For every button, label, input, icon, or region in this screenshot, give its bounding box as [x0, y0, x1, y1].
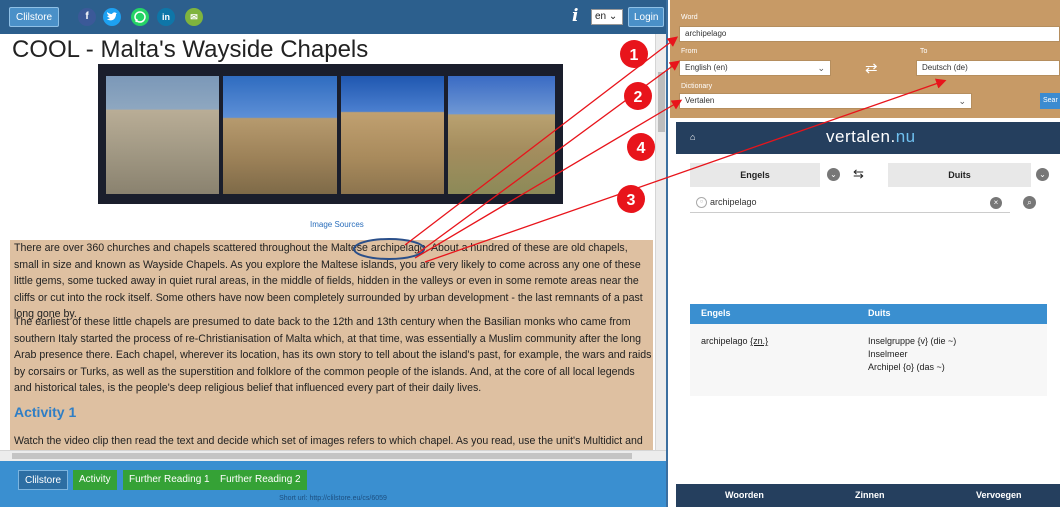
short-url: Short url: http://clilstore.eu/cs/6059 [279, 495, 387, 502]
multidict-pane: Word archipelago From English (en) ⌄ ⇄ T… [670, 0, 1060, 507]
chevron-down-icon[interactable]: ⌄ [827, 168, 840, 181]
tab-woorden[interactable]: Woorden [725, 490, 764, 500]
logo-main-text: vertalen. [826, 127, 896, 146]
language-value: en [595, 11, 607, 22]
bottom-toolbar: Clilstore Activity Further Reading 1 Fur… [0, 461, 666, 507]
column-header-german: Duits [868, 308, 891, 318]
from-language-select[interactable]: English (en) ⌄ [679, 60, 831, 76]
unit-content: COOL - Malta's Wayside Chapels Image Sou… [0, 34, 655, 450]
word-input[interactable]: archipelago [679, 26, 1060, 42]
chevron-down-icon: ⌄ [608, 11, 618, 22]
login-button[interactable]: Login [628, 7, 665, 27]
tab-zinnen[interactable]: Zinnen [855, 490, 885, 500]
vertalen-footer-tabs: Woorden Zinnen Vervoegen [676, 484, 1060, 507]
chapel-photo [448, 76, 555, 194]
logo-nu-text: nu [895, 127, 916, 146]
clilstore-home-button[interactable]: Clilstore [9, 7, 60, 27]
translation-item: Archipel {o} (das ~) [868, 362, 945, 372]
dictionary-value: Vertalen [685, 96, 715, 105]
language-select[interactable]: en ⌄ [591, 9, 623, 25]
scrollbar-thumb[interactable] [658, 72, 665, 132]
linkedin-icon[interactable]: in [157, 8, 175, 26]
chevron-down-icon: ⌄ [958, 96, 966, 106]
result-source-word: archipelago {zn.} [701, 336, 768, 346]
image-sources-link[interactable]: Image Sources [310, 220, 364, 229]
info-icon[interactable]: i [572, 6, 578, 26]
vertalen-header: ⌂ vertalen.nu [676, 122, 1060, 154]
search-button[interactable]: Sear [1040, 93, 1060, 109]
dictionary-label: Dictionary [681, 83, 713, 90]
activity-button[interactable]: Activity [73, 470, 117, 490]
chevron-down-icon: ⌄ [817, 63, 825, 73]
chapel-photo [341, 76, 444, 194]
chapel-image-strip [98, 64, 563, 204]
paragraph[interactable]: Watch the video clip then read the text … [14, 433, 653, 450]
search-icon[interactable]: ⌕ [1023, 196, 1036, 209]
twitter-bird-glyph [107, 12, 117, 21]
from-language-value: English (en) [685, 63, 728, 72]
translation-item: Inselmeer [868, 349, 908, 359]
swap-languages-icon[interactable]: ⇄ [865, 59, 878, 77]
target-language-box[interactable]: Duits [888, 163, 1031, 187]
dictionary-select[interactable]: Vertalen ⌄ [679, 93, 972, 109]
swap-icon[interactable]: ⇆ [853, 166, 864, 182]
language-pair-row: Engels ⌄ ⇆ Duits ⌄ [690, 163, 1060, 189]
top-toolbar: Clilstore f in ✉ i en ⌄ Login [0, 0, 666, 34]
chevron-down-icon[interactable]: ⌄ [1036, 168, 1049, 181]
column-header-english: Engels [701, 308, 731, 318]
twitter-icon[interactable] [103, 8, 121, 26]
further-reading-1-button[interactable]: Further Reading 1 [123, 470, 216, 490]
vertalen-logo: vertalen.nu [826, 127, 916, 147]
tab-vervoegen[interactable]: Vervoegen [976, 490, 1022, 500]
search-icon: ○ [696, 197, 707, 208]
results-header: Engels Duits [690, 304, 1047, 324]
clear-icon[interactable]: × [990, 197, 1002, 209]
home-icon[interactable]: ⌂ [690, 132, 698, 142]
chapel-photo [106, 76, 219, 194]
email-icon[interactable]: ✉ [185, 8, 203, 26]
dictionary-search-field[interactable]: ○ archipelago × [690, 193, 1010, 213]
paragraph[interactable]: There are over 360 churches and chapels … [14, 240, 653, 323]
results-table: Engels Duits archipelago {zn.} Inselgrup… [690, 304, 1047, 396]
facebook-icon[interactable]: f [78, 8, 96, 26]
horizontal-scrollbar[interactable] [0, 450, 666, 461]
word-label: Word [681, 14, 698, 21]
clilstore-button[interactable]: Clilstore [18, 470, 69, 490]
to-language-value: Deutsch (de) [922, 63, 968, 72]
vertical-scrollbar[interactable] [655, 34, 666, 452]
whatsapp-icon[interactable] [131, 8, 149, 26]
unit-text: There are over 360 churches and chapels … [10, 240, 653, 450]
chapel-photo [223, 76, 337, 194]
scrollbar-thumb[interactable] [12, 453, 632, 459]
multidict-form: Word archipelago From English (en) ⌄ ⇄ T… [670, 0, 1060, 118]
word-class-tag[interactable]: {zn.} [750, 336, 768, 346]
paragraph[interactable]: The earliest of these little chapels are… [14, 314, 653, 397]
result-word-text: archipelago [701, 336, 748, 346]
page-title: COOL - Malta's Wayside Chapels [12, 36, 369, 63]
to-label: To [920, 48, 928, 55]
whatsapp-glyph [134, 11, 146, 23]
activity-heading: Activity 1 [14, 404, 77, 420]
clilstore-pane: Clilstore f in ✉ i en ⌄ Login COOL - Mal… [0, 0, 668, 507]
screenshot-stage: Clilstore f in ✉ i en ⌄ Login COOL - Mal… [0, 0, 1060, 507]
further-reading-2-button[interactable]: Further Reading 2 [214, 470, 307, 490]
from-label: From [681, 48, 698, 55]
to-language-select[interactable]: Deutsch (de) [916, 60, 1060, 76]
dictionary-search-value: archipelago [710, 197, 757, 207]
translation-item: Inselgruppe {v} (die ~) [868, 336, 957, 346]
source-language-box[interactable]: Engels [690, 163, 820, 187]
